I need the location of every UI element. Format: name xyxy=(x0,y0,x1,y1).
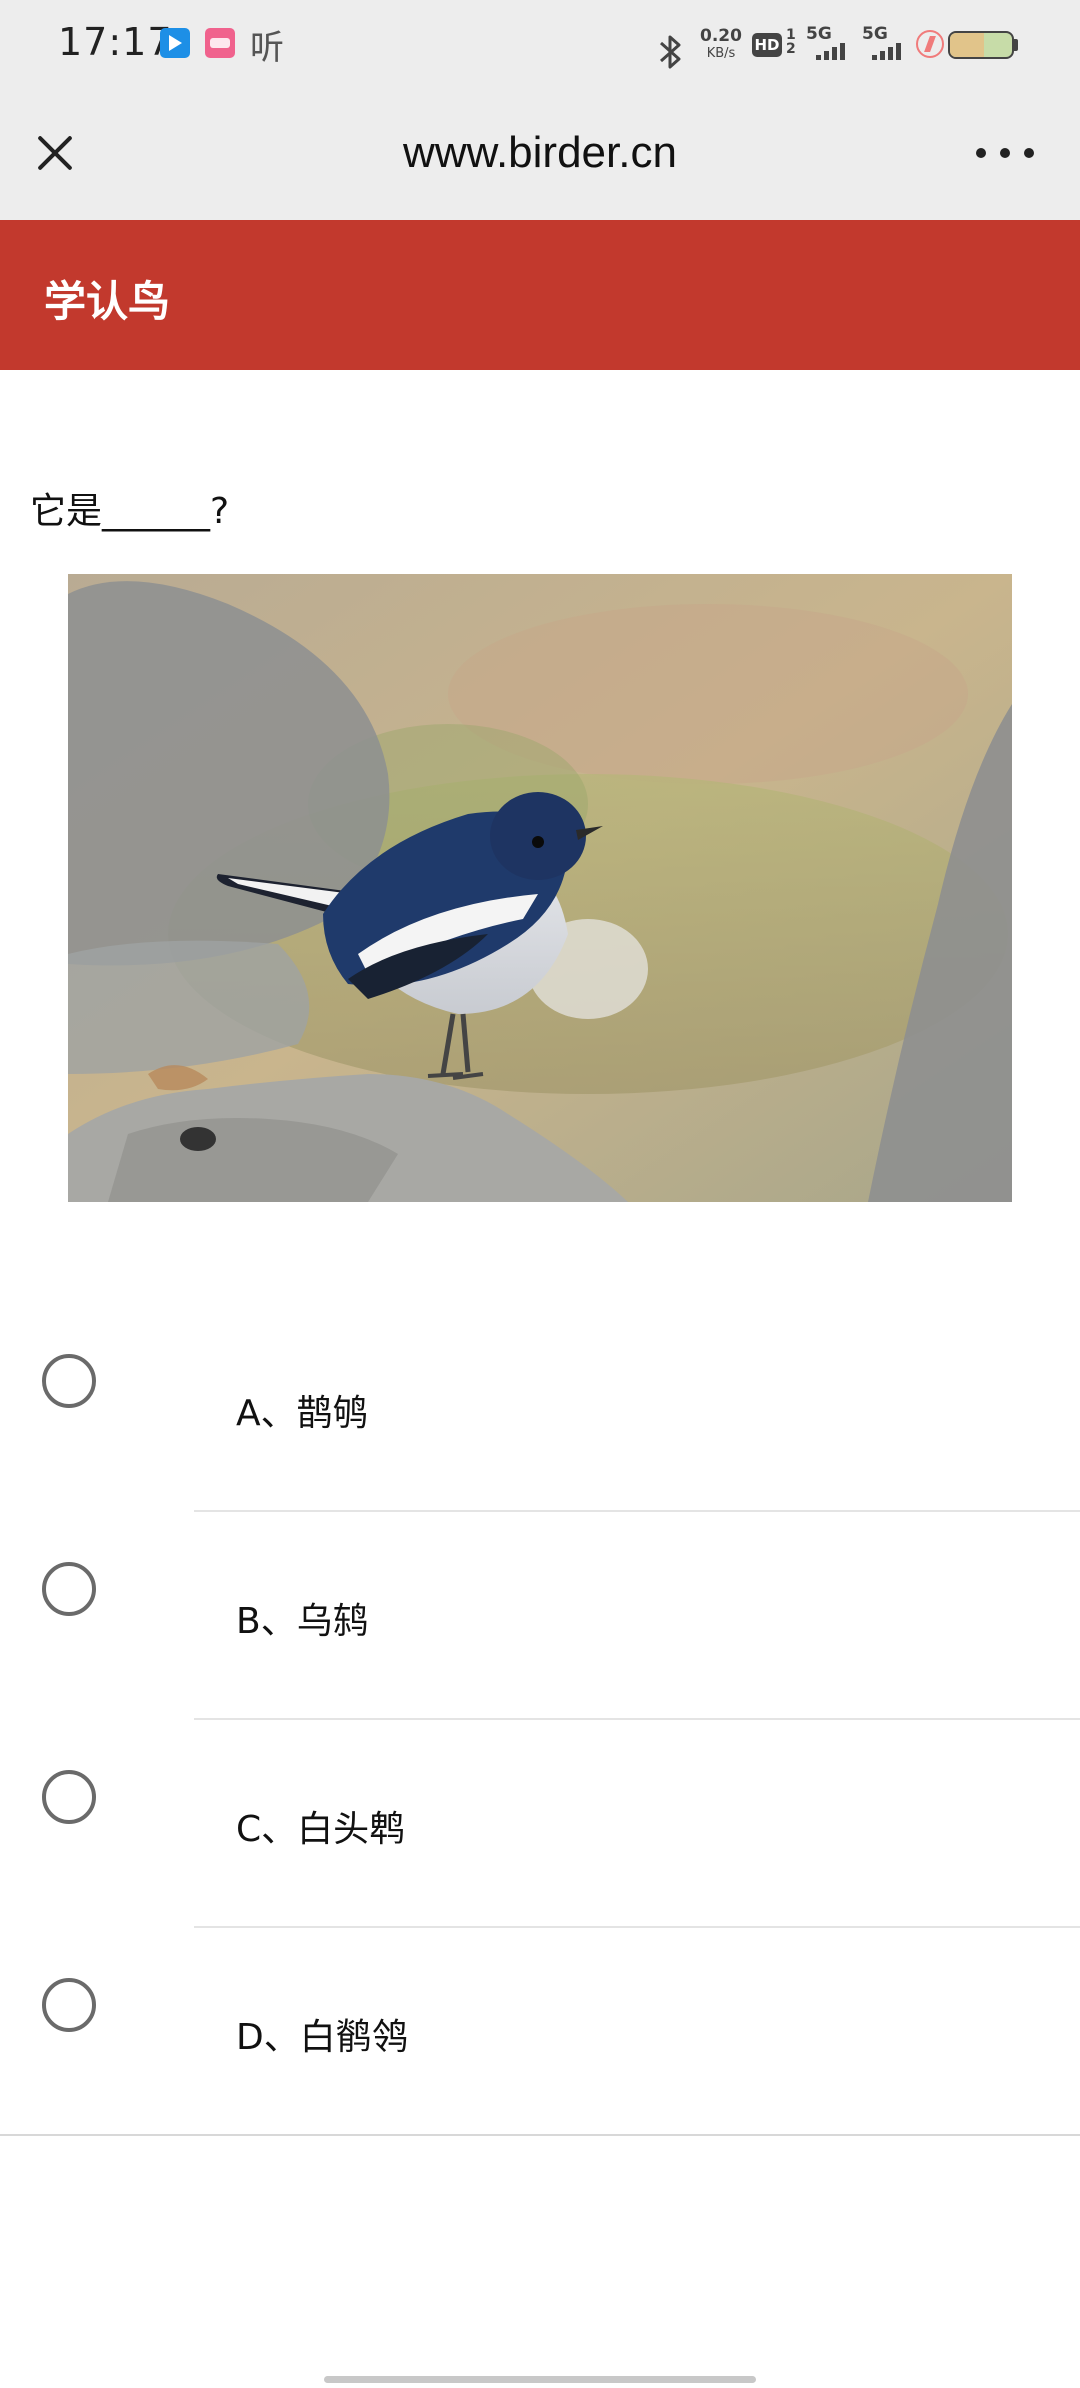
page-title: 学认鸟 xyxy=(44,277,171,326)
browser-top-bar: www.birder.cn xyxy=(0,88,1080,220)
battery-tip xyxy=(1014,39,1018,51)
network-speed-unit: KB/s xyxy=(706,46,736,61)
option-label: B、乌鸫 xyxy=(236,1601,369,1642)
bird-photo xyxy=(68,574,1012,1202)
answer-options: A、鹊鸲 B、乌鸫 C、白头鹎 D、白鹡鸰 xyxy=(0,1304,1080,2136)
option-d[interactable]: D、白鹡鸰 xyxy=(0,1928,1080,2136)
hd-sim-indices: 1 2 xyxy=(786,27,796,57)
battery-fill xyxy=(950,33,985,57)
signal-5g-icon: 5G xyxy=(862,26,908,60)
video-app-icon xyxy=(160,28,190,58)
divider xyxy=(0,2134,1080,2136)
option-a[interactable]: A、鹊鸲 xyxy=(0,1304,1080,1512)
bluetooth-icon xyxy=(660,35,681,69)
listen-label: 听 xyxy=(250,28,284,68)
radio-button[interactable] xyxy=(42,1978,96,2032)
option-c[interactable]: C、白头鹎 xyxy=(0,1720,1080,1928)
radio-button[interactable] xyxy=(42,1562,96,1616)
network-speed: 0.20 KB/s xyxy=(698,26,744,78)
question-text: 它是______? xyxy=(30,491,230,532)
radio-button[interactable] xyxy=(42,1770,96,1824)
option-label: A、鹊鸲 xyxy=(236,1393,369,1434)
option-label: C、白头鹎 xyxy=(236,1809,406,1850)
home-indicator[interactable] xyxy=(324,2376,756,2383)
option-label: D、白鹡鸰 xyxy=(236,2017,408,2058)
charging-icon xyxy=(916,30,944,58)
status-time: 17:17 xyxy=(58,20,173,64)
page-url-title: www.birder.cn xyxy=(403,128,677,177)
radio-button[interactable] xyxy=(42,1354,96,1408)
status-bar: 17:17 听 0.20 KB/s HD 1 2 5G 5G xyxy=(0,0,1080,88)
hd-icon: HD xyxy=(752,33,782,57)
signal-5g-icon: 5G xyxy=(806,26,852,60)
more-dots-icon[interactable] xyxy=(976,146,1034,160)
header-banner: 学认鸟 xyxy=(0,220,1080,370)
option-b[interactable]: B、乌鸫 xyxy=(0,1512,1080,1720)
network-speed-value: 0.20 xyxy=(700,26,742,46)
bilibili-icon xyxy=(205,28,235,58)
battery-icon xyxy=(948,31,1014,59)
